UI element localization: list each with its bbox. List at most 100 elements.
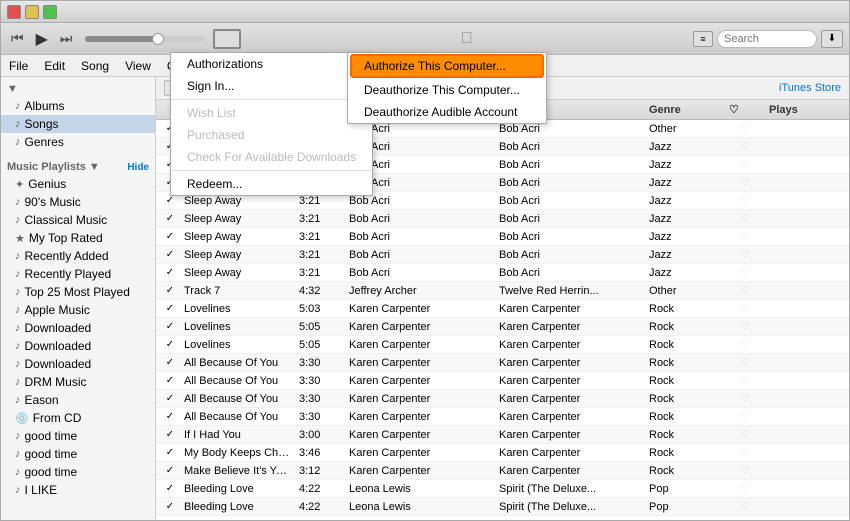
download-icon[interactable]: ⬇ [821,30,843,48]
menu-signin[interactable]: Sign In... [171,75,372,97]
sidebar-item-top25[interactable]: ♪ Top 25 Most Played [1,283,155,301]
prev-button[interactable]: ⏮ [7,28,28,49]
sidebar-item-toprated[interactable]: ★ My Top Rated [1,229,155,247]
progress-bar[interactable] [85,36,205,42]
table-row[interactable]: ✓ All Because Of You 3:30 Karen Carpente… [156,408,849,426]
recently-added-icon: ♪ [15,250,21,262]
purchased-label: Purchased [187,128,244,142]
progress-knob[interactable] [152,33,164,45]
sidebar-item-fromcd[interactable]: 💿 From CD [1,409,155,427]
menu-view[interactable]: View [117,55,159,76]
song-check: ✓ [160,321,180,332]
song-heart: ♡ [725,357,765,368]
recently-played-icon: ♪ [15,268,21,280]
col-plays[interactable]: Plays [765,104,825,116]
sidebar-genius-label: Genius [28,177,66,191]
table-row[interactable]: ✓ Bleeding Love 4:22 Leona Lewis Spirit … [156,516,849,520]
table-row[interactable]: ✓ Bleeding Love 4:22 Leona Lewis Spirit … [156,480,849,498]
sidebar-item-goodtime2[interactable]: ♪ good time [1,445,155,463]
search-input[interactable] [717,30,817,48]
song-artist: Karen Carpenter [345,393,495,405]
screen-icon[interactable] [213,29,241,49]
song-genre: Jazz [645,195,725,207]
sidebar-ilike-label: I LIKE [25,483,58,497]
song-genre: Jazz [645,177,725,189]
sidebar-item-ilike[interactable]: ♪ I LIKE [1,481,155,499]
sidebar-item-eason[interactable]: ♪ Eason [1,391,155,409]
menu-authorize-computer[interactable]: Authorize This Computer... [350,54,544,78]
table-row[interactable]: ✓ Sleep Away 3:21 Bob Acri Bob Acri Jazz… [156,210,849,228]
song-heart: ♡ [725,141,765,152]
song-album: Twelve Red Herrin... [495,285,645,297]
hide-playlists-link[interactable]: Hide [127,162,149,173]
table-row[interactable]: ✓ Sleep Away 3:21 Bob Acri Bob Acri Jazz… [156,246,849,264]
table-row[interactable]: ✓ All Because Of You 3:30 Karen Carpente… [156,390,849,408]
sidebar-item-downloaded3[interactable]: ♪ Downloaded [1,355,155,373]
sidebar-item-albums[interactable]: ♪ Albums [1,97,155,115]
table-row[interactable]: ✓ My Body Keeps Changing My Mi... 3:46 K… [156,444,849,462]
next-button[interactable]: ⏭ [56,28,77,49]
menu-file[interactable]: File [1,55,36,76]
table-row[interactable]: ✓ Sleep Away 3:21 Bob Acri Bob Acri Jazz… [156,228,849,246]
menu-redeem[interactable]: Redeem... [171,173,372,195]
sidebar-recently-added-label: Recently Added [25,249,109,263]
table-row[interactable]: ✓ Sleep Away 3:21 Bob Acri Bob Acri Jazz… [156,264,849,282]
maximize-button[interactable] [43,5,57,19]
close-button[interactable] [7,5,21,19]
song-name: If I Had You [180,429,295,441]
minimize-button[interactable] [25,5,39,19]
songs-icon: ♪ [15,118,21,130]
menu-song[interactable]: Song [73,55,117,76]
sidebar-item-genius[interactable]: ✦ Genius [1,175,155,193]
table-row[interactable]: ✓ If I Had You 3:00 Karen Carpenter Kare… [156,426,849,444]
sidebar-item-downloaded1[interactable]: ♪ Downloaded [1,319,155,337]
menu-deauthorize-audible[interactable]: Deauthorize Audible Account [348,101,546,123]
table-row[interactable]: ✓ Lovelines 5:05 Karen Carpenter Karen C… [156,318,849,336]
table-row[interactable]: ✓ All Because Of You 3:30 Karen Carpente… [156,354,849,372]
sidebar-item-goodtime3[interactable]: ♪ good time [1,463,155,481]
sidebar-item-classical[interactable]: ♪ Classical Music [1,211,155,229]
sidebar-item-downloaded2[interactable]: ♪ Downloaded [1,337,155,355]
sidebar-item-90s[interactable]: ♪ 90's Music [1,193,155,211]
sidebar-item-drm[interactable]: ♪ DRM Music [1,373,155,391]
song-artist: Leona Lewis [345,501,495,513]
song-genre: Rock [645,429,725,441]
song-time: 3:30 [295,393,345,405]
col-genre[interactable]: Genre [645,104,725,116]
song-name: Sleep Away [180,213,295,225]
sidebar-drm-label: DRM Music [25,375,87,389]
song-genre: Other [645,123,725,135]
sidebar-item-songs[interactable]: ♪ Songs [1,115,155,133]
table-row[interactable]: ✓ Lovelines 5:03 Karen Carpenter Karen C… [156,300,849,318]
song-time: 3:21 [295,249,345,261]
toprated-icon: ★ [15,232,25,245]
menu-deauthorize-computer[interactable]: Deauthorize This Computer... [348,79,546,101]
song-time: 4:22 [295,519,345,521]
itunes-store-link[interactable]: iTunes Store [779,82,841,94]
song-check: ✓ [160,303,180,314]
table-row[interactable]: ✓ Lovelines 5:05 Karen Carpenter Karen C… [156,336,849,354]
table-row[interactable]: ✓ All Because Of You 3:30 Karen Carpente… [156,372,849,390]
list-view-icon[interactable]: ≡ [693,31,713,47]
downloaded1-icon: ♪ [15,322,21,334]
song-time: 3:46 [295,447,345,459]
menu-authorizations[interactable]: Authorizations ▶ [171,53,372,75]
table-row[interactable]: ✓ Bleeding Love 4:22 Leona Lewis Spirit … [156,498,849,516]
song-genre: Jazz [645,267,725,279]
play-button[interactable]: ▶ [32,27,52,51]
song-artist: Leona Lewis [345,519,495,521]
menu-edit[interactable]: Edit [36,55,73,76]
song-time: 3:00 [295,429,345,441]
song-time: 3:21 [295,231,345,243]
sidebar-item-goodtime1[interactable]: ♪ good time [1,427,155,445]
fromcd-icon: 💿 [15,412,29,425]
sidebar-item-genres[interactable]: ♪ Genres [1,133,155,151]
song-time: 4:32 [295,285,345,297]
table-row[interactable]: ✓ Track 7 4:32 Jeffrey Archer Twelve Red… [156,282,849,300]
sidebar-item-apple[interactable]: ♪ Apple Music [1,301,155,319]
song-time: 4:22 [295,483,345,495]
song-heart: ♡ [725,465,765,476]
sidebar-item-recently-played[interactable]: ♪ Recently Played [1,265,155,283]
sidebar-item-recently-added[interactable]: ♪ Recently Added [1,247,155,265]
table-row[interactable]: ✓ Make Believe It's Your First Time 3:12… [156,462,849,480]
